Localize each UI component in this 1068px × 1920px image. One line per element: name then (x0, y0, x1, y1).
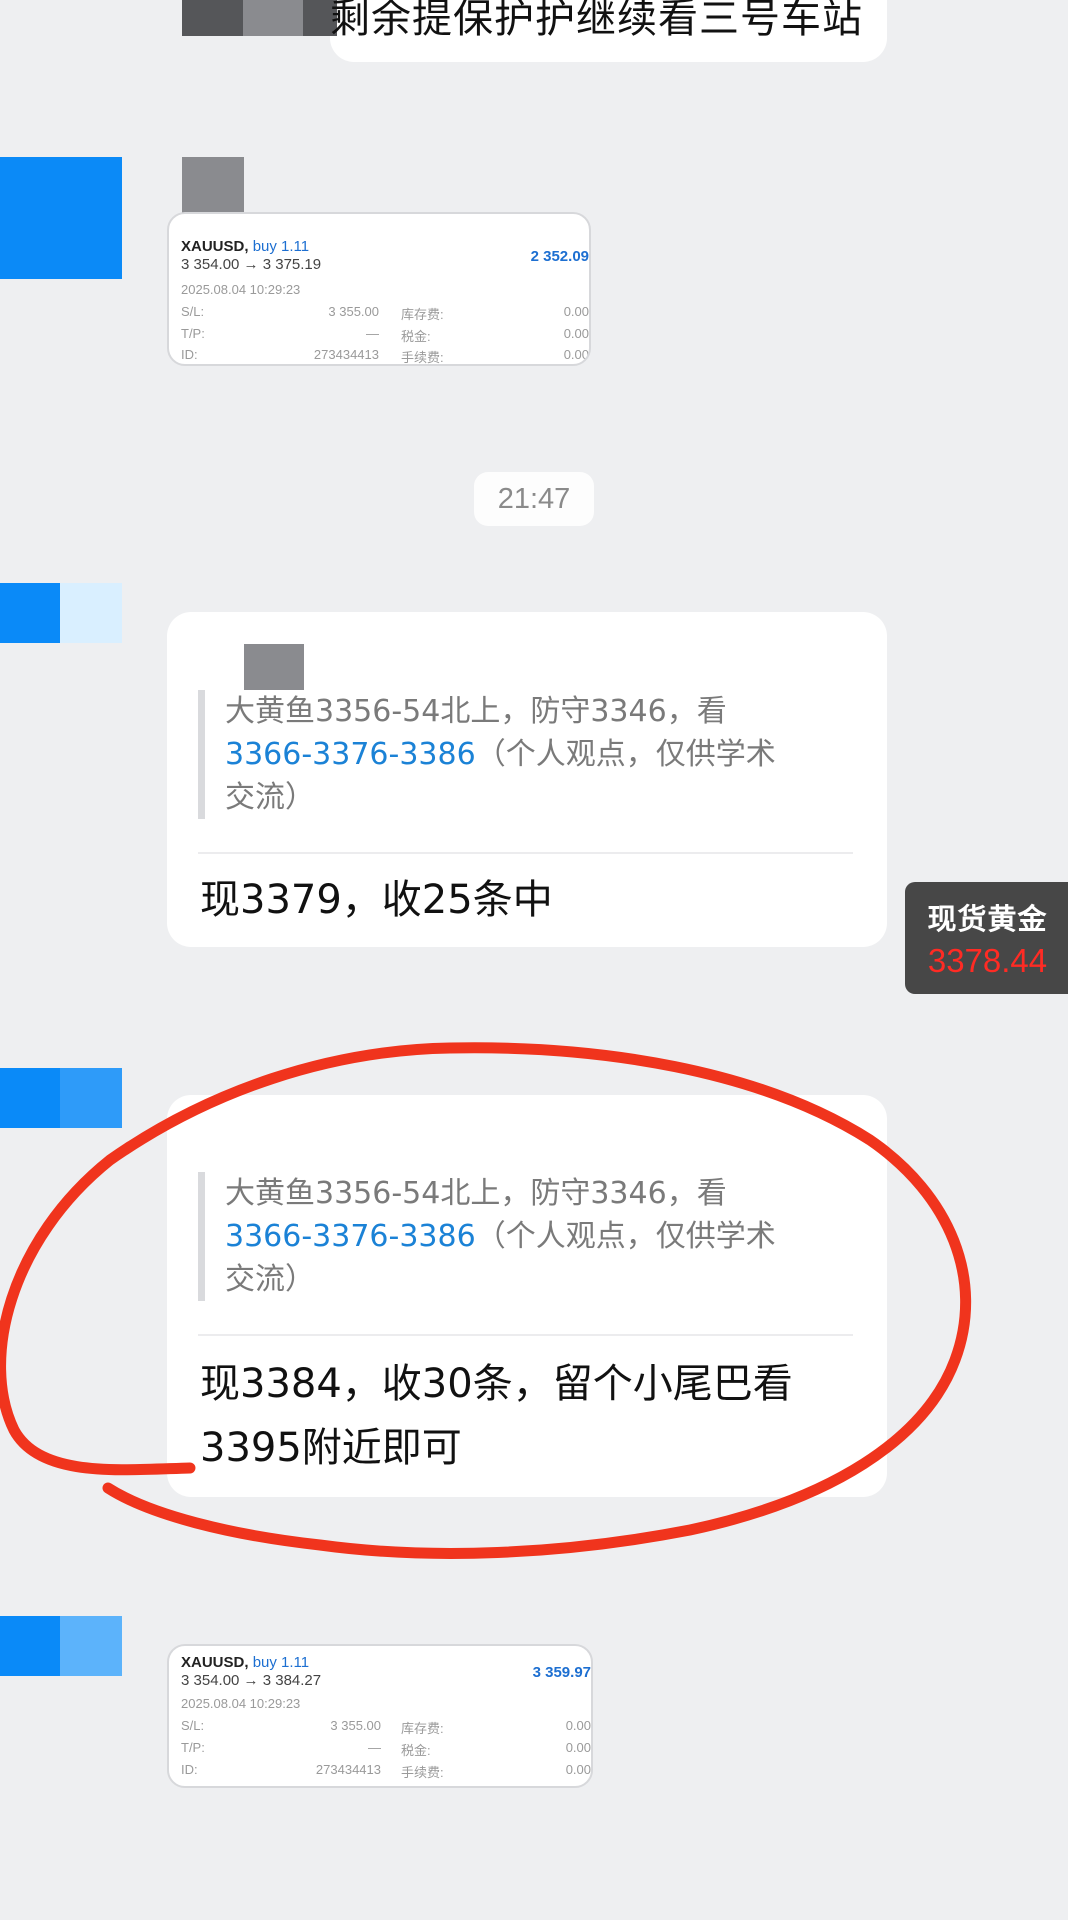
quoted-message[interactable]: 大黄鱼3356-54北上，防守3346，看 3366-3376-3386（个人观… (198, 1172, 890, 1301)
trade-symbol: XAUUSD, buy 1.11 (181, 1654, 310, 1671)
redacted-sender-name (182, 157, 244, 219)
trade-price: 3 354.00 → 3 375.19 (181, 256, 322, 273)
trade-row-id: ID: 273434413 手续费: 0.00 (181, 1762, 591, 1780)
trade-row-sl: S/L: 3 355.00 库存费: 0.00 (181, 1718, 591, 1736)
trade-screenshot-card[interactable]: XAUUSD, buy 1.11 3 354.00 → 3 384.27 3 3… (167, 1644, 593, 1788)
timestamp-divider: 21:47 (474, 472, 594, 526)
redacted-block-top (243, 0, 303, 36)
message-text-top: 剩余提保护护继续看三号车站 (330, 0, 863, 42)
quoted-message[interactable]: 大黄鱼3356-54北上，防守3346，看 3366-3376-3386（个人观… (198, 690, 890, 819)
trade-date: 2025.08.04 10:29:23 (181, 1696, 301, 1711)
gold-price-label: 现货黄金 (927, 902, 1048, 936)
avatar[interactable] (0, 1068, 60, 1128)
trade-row-id: ID: 273434413 手续费: 0.00 (181, 347, 589, 365)
gold-price-widget[interactable]: 现货黄金 3378.44 (905, 882, 1068, 994)
trade-row-tp: T/P: — 税金: 0.00 (181, 326, 589, 344)
chat-screen: 剩余提保护护继续看三号车站 XAUUSD, buy 1.11 3 354.00 … (0, 0, 1068, 1920)
trade-date: 2025.08.04 10:29:23 (181, 282, 301, 297)
quote-divider (198, 1334, 853, 1336)
redacted-quote-author (244, 644, 304, 690)
reply-text: 现3379，收25条中 (200, 877, 553, 923)
avatar[interactable] (0, 1616, 60, 1676)
trade-price: 3 354.00 → 3 384.27 (181, 1672, 322, 1689)
trade-symbol: XAUUSD, buy 1.11 (181, 238, 310, 255)
gold-price-value: 3378.44 (927, 942, 1048, 979)
trade-row-sl: S/L: 3 355.00 库存费: 0.00 (181, 304, 589, 322)
quote-divider (198, 852, 853, 854)
trade-profit: 2 352.09 (530, 248, 589, 265)
avatar-edge (60, 1068, 122, 1128)
reply-text: 现3384，收30条，留个小尾巴看 3395附近即可 (200, 1361, 793, 1471)
trade-profit: 3 359.97 (532, 1664, 591, 1681)
avatar[interactable] (0, 157, 122, 279)
avatar-edge (60, 1616, 122, 1676)
avatar-edge (60, 583, 122, 643)
trade-row-tp: T/P: — 税金: 0.00 (181, 1740, 591, 1758)
avatar[interactable] (0, 583, 60, 643)
trade-screenshot-card[interactable]: XAUUSD, buy 1.11 3 354.00 → 3 375.19 2 3… (167, 212, 591, 366)
